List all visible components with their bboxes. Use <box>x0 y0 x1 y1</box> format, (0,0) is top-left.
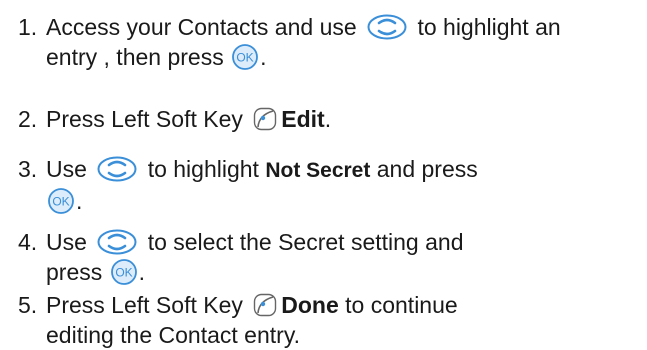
step-text-part: Press Left Soft Key <box>46 292 243 318</box>
step-text-part: press <box>46 259 103 285</box>
step-text: Use to highlight Not Secret and press . <box>46 154 644 216</box>
step-text-part: Press Left Soft Key <box>46 106 243 132</box>
setting-label: Not Secret <box>265 159 371 182</box>
left-soft-key-icon <box>253 293 277 317</box>
navigation-key-icon <box>367 14 407 40</box>
step-text: Press Left Soft Key Done to continue edi… <box>46 290 644 350</box>
step-text-part: . <box>76 188 83 214</box>
left-soft-key-icon <box>253 107 277 131</box>
step-number: 2. <box>18 106 38 132</box>
step-text-part: entry , then press <box>46 44 224 70</box>
ok-key-icon <box>110 259 137 285</box>
step-text-part: Use <box>46 156 87 182</box>
step-text-part: Access your Contacts and use <box>46 14 357 40</box>
ok-key-icon <box>48 188 74 214</box>
step-text-part: . <box>138 259 146 285</box>
step-text: Access your Contacts and use to highligh… <box>46 12 644 72</box>
step-text-part: Use <box>46 229 87 255</box>
ok-key-icon <box>232 44 258 70</box>
step-number: 1. <box>18 14 38 40</box>
step-number: 3. <box>18 156 38 182</box>
step-text-part: to continue <box>345 292 458 318</box>
step-text-part: to highlight an <box>417 14 561 40</box>
step-number: 5. <box>18 292 38 318</box>
softkey-label: Edit <box>281 106 325 132</box>
step-text: Use to select the Secret setting and pre… <box>46 227 644 287</box>
step-text-part: and press <box>376 156 478 182</box>
step-text: Press Left Soft Key Edit. <box>46 104 644 134</box>
step-text-part: . <box>324 106 332 132</box>
navigation-key-icon <box>97 229 138 255</box>
softkey-label: Done <box>281 292 339 318</box>
step-text-part: to highlight <box>147 156 259 182</box>
step-text-part: to select the Secret setting and <box>147 229 464 255</box>
step-text-part: editing the Contact entry. <box>46 322 300 348</box>
step-text-part: . <box>260 44 267 70</box>
navigation-key-icon <box>97 156 138 182</box>
step-number: 4. <box>18 229 38 255</box>
